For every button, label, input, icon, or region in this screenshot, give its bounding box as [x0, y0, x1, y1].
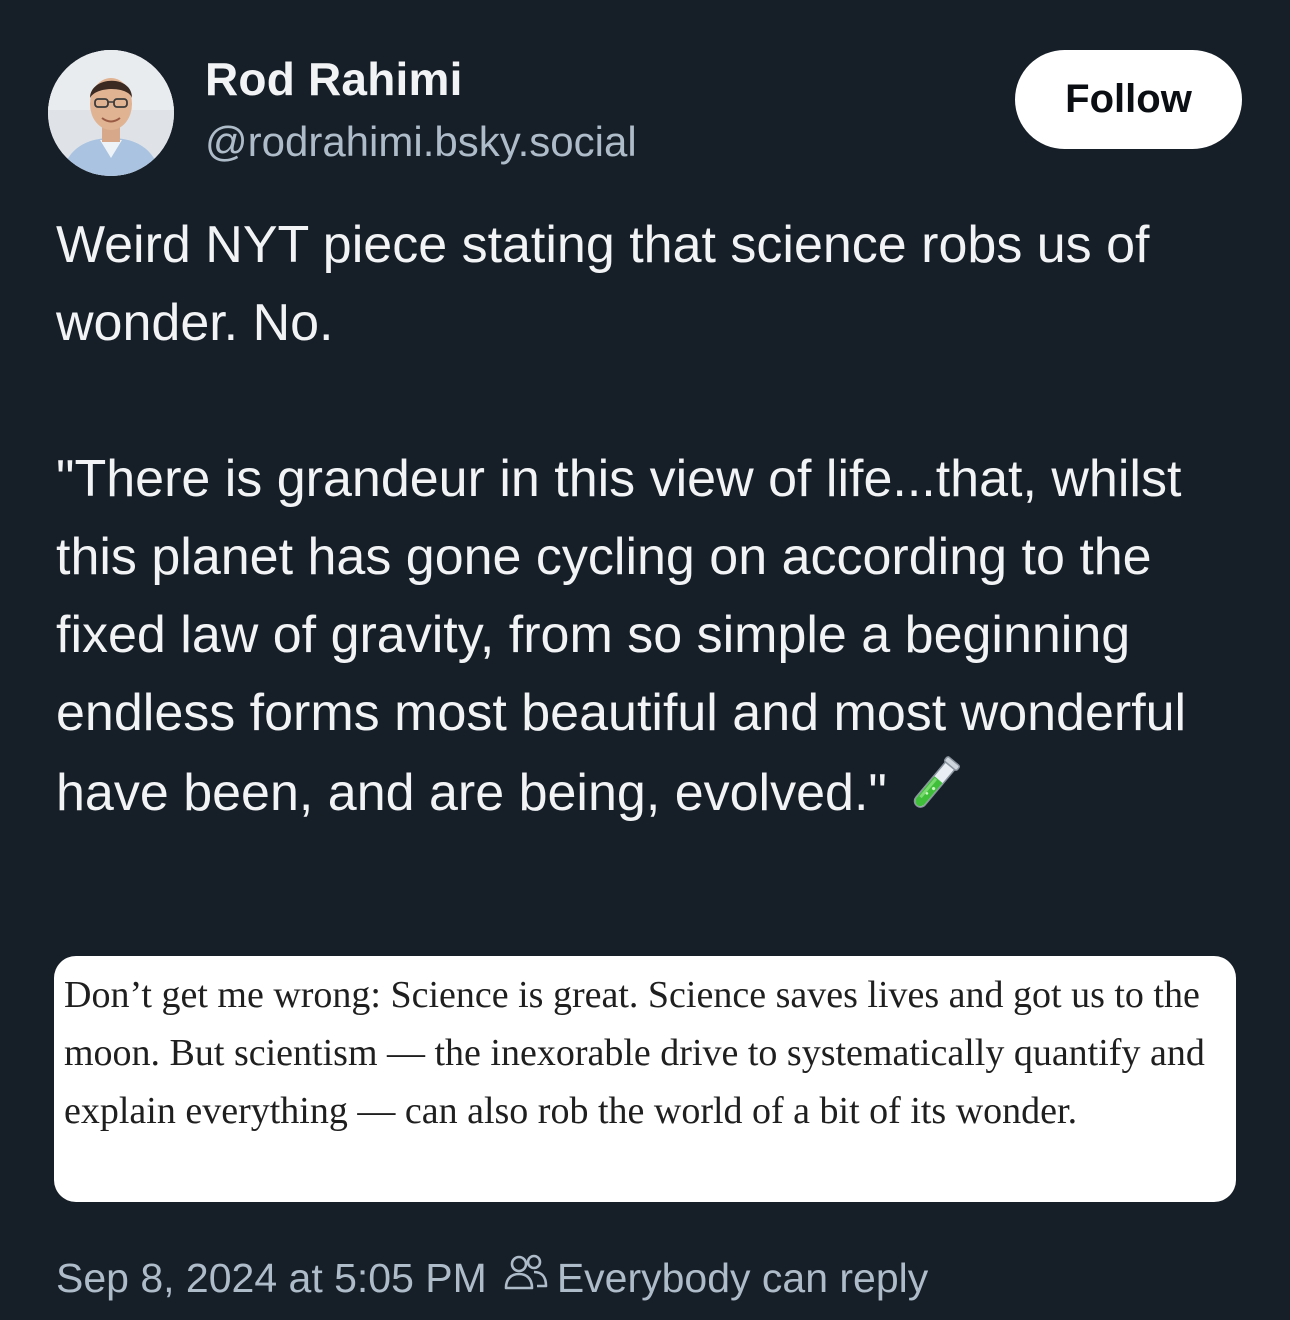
author-avatar[interactable]: [48, 50, 174, 176]
post-timestamp[interactable]: Sep 8, 2024 at 5:05 PM: [56, 1255, 487, 1302]
follow-button[interactable]: Follow: [1015, 50, 1242, 149]
post-meta: Sep 8, 2024 at 5:05 PM Everybody can rep…: [56, 1248, 928, 1308]
embedded-quote-card[interactable]: Don’t get me wrong: Science is great. Sc…: [54, 956, 1236, 1202]
author-handle[interactable]: @rodrahimi.bsky.social: [205, 118, 637, 166]
reply-setting[interactable]: Everybody can reply: [557, 1255, 928, 1302]
avatar-photo-icon: [48, 50, 174, 176]
post: Rod Rahimi @rodrahimi.bsky.social Follow…: [0, 0, 1290, 1320]
post-text-line-1: Weird NYT piece stating that science rob…: [56, 216, 1150, 352]
post-quote-text: "There is grandeur in this view of life.…: [56, 450, 1187, 822]
people-icon: [503, 1253, 549, 1303]
author-display-name[interactable]: Rod Rahimi: [205, 52, 463, 106]
post-quote-paragraph: "There is grandeur in this view of life.…: [56, 440, 1256, 840]
test-tube-icon: [901, 752, 967, 840]
embedded-quote-text: Don’t get me wrong: Science is great. Sc…: [64, 974, 1205, 1132]
post-text: Weird NYT piece stating that science rob…: [56, 206, 1256, 840]
